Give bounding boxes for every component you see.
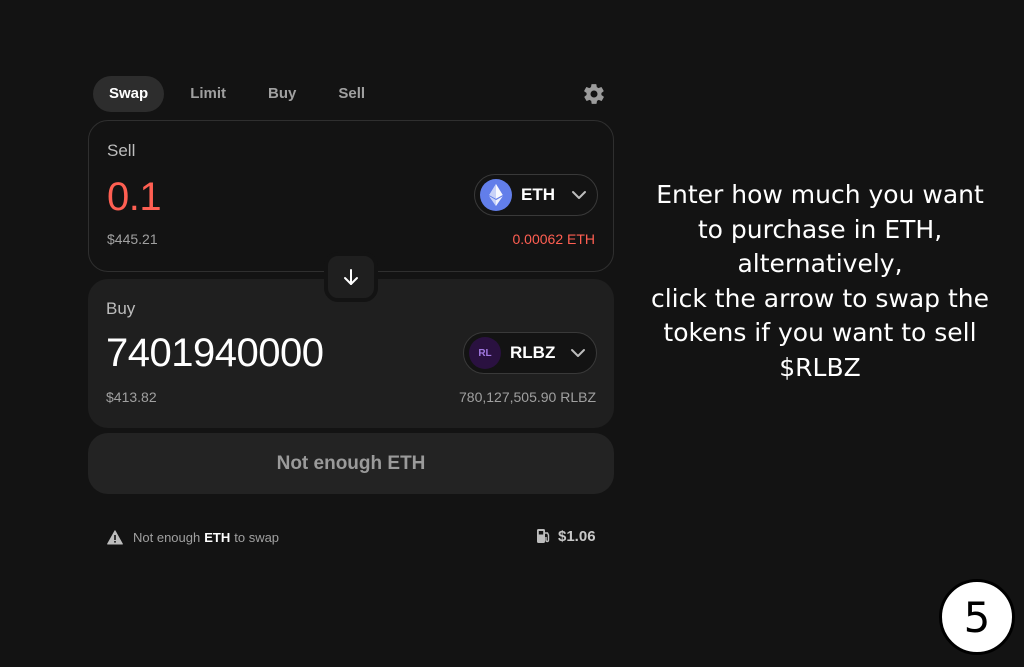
sell-token-selector[interactable]: ETH (474, 174, 598, 216)
buy-token-selector[interactable]: RL RLBZ (463, 332, 597, 374)
buy-balance: 780,127,505.90 RLBZ (459, 389, 596, 405)
tutorial-instruction: Enter how much you want to purchase in E… (640, 178, 1000, 385)
swap-screen: Swap Limit Buy Sell Sell 0.1 ETH $445.21… (0, 0, 1024, 667)
settings-button[interactable] (582, 82, 606, 106)
warning-prefix: Not enough (133, 529, 201, 545)
chevron-down-icon (571, 190, 587, 200)
instruction-line: to purchase in ETH, (697, 214, 943, 244)
swap-direction-button[interactable] (324, 252, 378, 302)
sell-balance: 0.00062 ETH (512, 231, 596, 247)
buy-amount-input[interactable]: 7401940000 (106, 331, 324, 376)
tab-swap[interactable]: Swap (93, 76, 165, 112)
sell-amount-input[interactable]: 0.1 (107, 175, 162, 220)
buy-token-symbol: RLBZ (510, 343, 556, 362)
swap-tabs: Swap Limit Buy Sell (93, 76, 391, 112)
step-number-badge: 5 (939, 579, 1015, 655)
instruction-line: alternatively, (737, 249, 903, 278)
tab-limit[interactable]: Limit (174, 76, 242, 112)
fee-value: $1.06 (558, 527, 596, 545)
sell-label: Sell (107, 141, 136, 160)
sell-usd-value: $445.21 (107, 231, 158, 247)
tab-sell[interactable]: Sell (322, 76, 381, 112)
not-enough-eth-button[interactable]: Not enough ETH (88, 433, 614, 494)
network-fee[interactable]: $1.06 (536, 526, 596, 546)
warning-suffix: to swap (234, 529, 280, 545)
arrow-down-icon (344, 269, 358, 285)
sell-token-symbol: ETH (521, 185, 555, 204)
gas-pump-icon (537, 529, 550, 543)
rlbz-token-icon: RL (469, 337, 501, 369)
instruction-line: click the arrow to swap the (650, 283, 990, 313)
gear-icon (584, 84, 604, 104)
ethereum-icon (480, 179, 512, 211)
instruction-line: Enter how much you want (656, 180, 984, 209)
tab-buy[interactable]: Buy (252, 76, 312, 112)
insufficient-balance-warning: Not enough ETH to swap (107, 528, 279, 546)
instruction-line: tokens if you want to sell (663, 318, 977, 347)
warning-icon (107, 529, 123, 544)
buy-label: Buy (106, 299, 136, 318)
warning-token: ETH (204, 529, 231, 545)
buy-usd-value: $413.82 (106, 389, 157, 405)
sell-panel: Sell 0.1 ETH $445.21 0.00062 ETH (88, 120, 614, 272)
chevron-down-icon (570, 348, 586, 358)
instruction-line: $RLBZ (779, 352, 861, 382)
